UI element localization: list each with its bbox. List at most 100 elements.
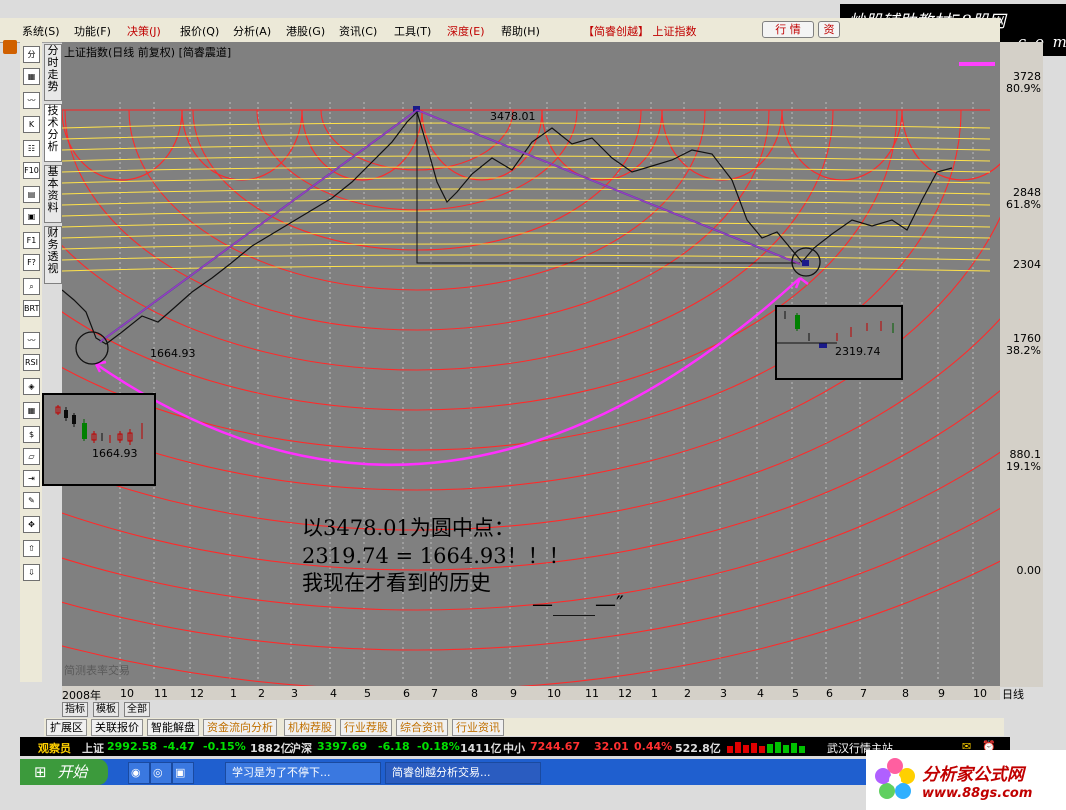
chart-footer-watermark: 简测表率交易 bbox=[64, 664, 130, 677]
tab-industry-news[interactable]: 行业资讯 bbox=[452, 719, 504, 736]
toolbar-tool-icon-13[interactable]: RSI bbox=[23, 354, 40, 371]
low-marker-right bbox=[802, 260, 809, 266]
tab-all[interactable]: 全部 bbox=[124, 702, 150, 717]
yellow-fan-0 bbox=[62, 122, 991, 129]
tab-fund-flow[interactable]: 资金流向分析 bbox=[203, 719, 277, 736]
tab-smart-analysis[interactable]: 智能解盘 bbox=[147, 719, 199, 736]
ticker-zx-vol: 522.8亿 bbox=[675, 742, 721, 755]
annotation-line-4: —____—″ bbox=[532, 592, 624, 616]
yellow-fan-11 bbox=[62, 243, 991, 250]
toolbar-tool-icon-0[interactable]: 分 bbox=[23, 46, 40, 63]
bottom-tabs: 扩展区 关联报价 智能解盘 资金流向分析 机构荐股 行业荐股 综合资讯 行业资讯 bbox=[44, 718, 1004, 736]
toolbar-tool-icon-19[interactable]: ✎ bbox=[23, 492, 40, 509]
toolbar-tool-icon-12[interactable]: 〰 bbox=[23, 332, 40, 349]
tab-intraday[interactable]: 分时走势 bbox=[44, 44, 62, 101]
quicklaunch-icon-1[interactable]: ◉ bbox=[128, 762, 150, 784]
legend-stub bbox=[959, 62, 995, 66]
ticker-sh-change: -4.47 bbox=[163, 740, 195, 753]
app-logo-icon bbox=[3, 40, 17, 54]
taskbar: ◉ ◎ ▣ 学习是为了不停下... 简睿创越分析交易... bbox=[20, 759, 870, 785]
tab-general-news[interactable]: 综合资讯 bbox=[396, 719, 448, 736]
chart-title: 上证指数(日线 前复权) [简睿震道] bbox=[64, 46, 232, 59]
tab-industry-picks[interactable]: 行业荐股 bbox=[340, 719, 392, 736]
menu-item-system[interactable]: 系统(S) bbox=[22, 23, 60, 39]
zixun-button[interactable]: 资 bbox=[818, 21, 840, 38]
task-browser[interactable]: 学习是为了不停下... bbox=[225, 762, 381, 784]
toolbar-tool-icon-5[interactable]: F10 bbox=[23, 162, 40, 179]
toolbar-tool-icon-10[interactable]: ⌕ bbox=[23, 278, 40, 295]
menu-item-help[interactable]: 帮助(H) bbox=[501, 23, 540, 39]
time-label-6: 3 bbox=[291, 687, 298, 700]
time-label-19: 4 bbox=[757, 687, 764, 700]
tab-indicator[interactable]: 指标 bbox=[62, 702, 88, 717]
tab-related-quotes[interactable]: 关联报价 bbox=[91, 719, 143, 736]
yellow-fan-12 bbox=[62, 254, 991, 261]
magenta-line-down bbox=[416, 109, 801, 265]
menu-item-decision[interactable]: 决策(J) bbox=[127, 23, 161, 39]
hangqing-button[interactable]: 行 情 bbox=[762, 21, 814, 38]
time-label-8: 5 bbox=[364, 687, 371, 700]
task-software[interactable]: 简睿创越分析交易... bbox=[385, 762, 541, 784]
menu-item-function[interactable]: 功能(F) bbox=[74, 23, 111, 39]
tab-inst-picks[interactable]: 机构荐股 bbox=[284, 719, 336, 736]
ticker-sz-change: -6.18 bbox=[378, 740, 410, 753]
menu-item-depth[interactable]: 深度(E) bbox=[447, 23, 485, 39]
quicklaunch-icon-3[interactable]: ▣ bbox=[172, 762, 194, 784]
toolbar-tool-icon-21[interactable]: ⇧ bbox=[23, 540, 40, 557]
time-label-20: 5 bbox=[792, 687, 799, 700]
time-label-23: 8 bbox=[902, 687, 909, 700]
watermark-bottom-line2: www.88gs.com bbox=[922, 786, 1033, 801]
start-label: 开始 bbox=[57, 763, 88, 781]
inset-right-candles bbox=[777, 311, 894, 348]
left-toolbar: 分 ▦ 〰 K ☷ F10 ▤ ▣ F1 F? ⌕ BRT 〰 RSI ◈ ▦ $ ▱ ⇥ ✎ ✥ ⇧ ⇩ bbox=[20, 42, 42, 682]
menu-bar: 系统(S) 功能(F) 决策(J) 报价(Q) 分析(A) 港股(G) 资讯(C… bbox=[0, 18, 1000, 54]
toolbar-tool-icon-22[interactable]: ⇩ bbox=[23, 564, 40, 581]
toolbar-tool-icon-8[interactable]: F1 bbox=[23, 232, 40, 249]
quicklaunch-icon-2[interactable]: ◎ bbox=[150, 762, 172, 784]
ticker-watcher[interactable]: 观察员 bbox=[38, 740, 71, 756]
toolbar-tool-icon-7[interactable]: ▣ bbox=[23, 208, 40, 225]
ticker-sz-value: 3397.69 bbox=[317, 740, 368, 753]
yellow-fan-1 bbox=[62, 133, 991, 140]
period-label[interactable]: 日线 bbox=[1002, 686, 1024, 702]
ticker-sh-value: 2992.58 bbox=[107, 740, 158, 753]
kline-chart[interactable]: 3478.01 1664.93 1664.93 2319.74 以3478.01… bbox=[42, 42, 1000, 687]
menu-item-quote[interactable]: 报价(Q) bbox=[180, 23, 219, 39]
toolbar-tool-icon-3[interactable]: K bbox=[23, 116, 40, 133]
yellow-fan-4 bbox=[62, 166, 991, 173]
tab-fundamental[interactable]: 基本资料 bbox=[44, 165, 62, 223]
time-label-1: 10 bbox=[120, 687, 134, 700]
toolbar-tool-icon-18[interactable]: ⇥ bbox=[23, 470, 40, 487]
inset-right: 2319.74 bbox=[775, 305, 903, 380]
ticker-volume-bars bbox=[727, 742, 805, 753]
menu-item-analysis[interactable]: 分析(A) bbox=[233, 23, 271, 39]
toolbar-tool-icon-6[interactable]: ▤ bbox=[23, 186, 40, 203]
low-circle-left bbox=[75, 331, 109, 365]
toolbar-tool-icon-1[interactable]: ▦ bbox=[23, 68, 40, 85]
inset-left: 1664.93 bbox=[42, 393, 156, 486]
menu-item-info[interactable]: 资讯(C) bbox=[339, 23, 377, 39]
toolbar-tool-icon-9[interactable]: F? bbox=[23, 254, 40, 271]
toolbar-tool-icon-14[interactable]: ◈ bbox=[23, 378, 40, 395]
time-label-25: 10 bbox=[973, 687, 987, 700]
time-label-5: 2 bbox=[258, 687, 265, 700]
toolbar-tool-icon-2[interactable]: 〰 bbox=[23, 92, 40, 109]
ticker-sh-name: 上证 bbox=[82, 742, 104, 755]
product-title: 【简睿创越】 上证指数 bbox=[583, 25, 697, 38]
start-button[interactable]: ⊞ 开始 bbox=[20, 759, 108, 785]
tab-extension[interactable]: 扩展区 bbox=[46, 719, 87, 736]
toolbar-tool-icon-17[interactable]: ▱ bbox=[23, 448, 40, 465]
toolbar-tool-icon-15[interactable]: ▦ bbox=[23, 402, 40, 419]
time-label-14: 11 bbox=[585, 687, 599, 700]
toolbar-tool-icon-11[interactable]: BRT bbox=[23, 300, 40, 317]
inset-right-label: 2319.74 bbox=[835, 345, 881, 358]
toolbar-tool-icon-20[interactable]: ✥ bbox=[23, 516, 40, 533]
tab-template[interactable]: 模板 bbox=[93, 702, 119, 717]
tab-financial[interactable]: 财务透视 bbox=[44, 226, 62, 284]
tab-technical[interactable]: 技术分析 bbox=[44, 104, 62, 162]
menu-item-hkstock[interactable]: 港股(G) bbox=[286, 23, 325, 39]
menu-item-tools[interactable]: 工具(T) bbox=[394, 23, 431, 39]
watermark-bottom-line1: 分析家公式网 bbox=[922, 765, 1024, 785]
toolbar-tool-icon-4[interactable]: ☷ bbox=[23, 140, 40, 157]
toolbar-tool-icon-16[interactable]: $ bbox=[23, 426, 40, 443]
